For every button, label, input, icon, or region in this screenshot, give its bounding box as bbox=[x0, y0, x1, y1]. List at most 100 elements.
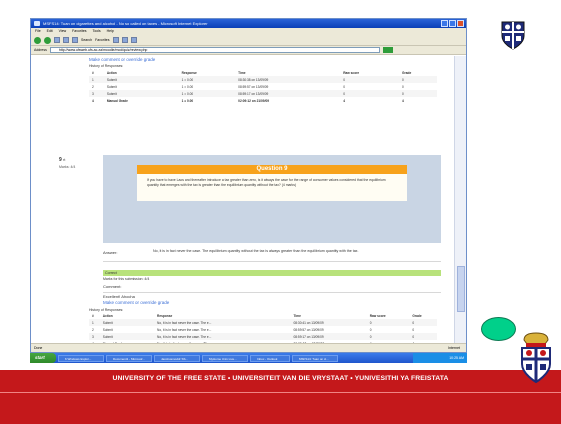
menu-file[interactable]: File bbox=[35, 29, 41, 33]
taskbar-item[interactable]: Jacobusmoddr SS... bbox=[154, 354, 200, 362]
search-button[interactable]: Search bbox=[81, 38, 92, 42]
forward-button[interactable] bbox=[44, 36, 51, 44]
history-table-bottom: # Action Response Time Raw score Grade 1 Submit… bbox=[89, 312, 437, 345]
table-cell: 0 bbox=[366, 333, 410, 340]
table-row: 3 Submit 1 = 0.00 08:59:17 on 13/09/09 0 0 bbox=[89, 90, 437, 97]
table-cell: 0 bbox=[369, 327, 372, 332]
table-cell: 08:59:57 on 13/09/09 bbox=[238, 84, 269, 89]
table-cell: 0 bbox=[399, 90, 437, 97]
slide: MSFS14: Tuan on cigarettes and alcohol -… bbox=[0, 0, 561, 424]
table-cell: Submit bbox=[106, 84, 117, 89]
table-cell: Submit bbox=[99, 319, 155, 326]
table-header-row: # Action Response Time Raw score Grade bbox=[89, 69, 437, 76]
menu-favorites[interactable]: Favorites bbox=[72, 29, 86, 33]
make-comment-link-bottom[interactable]: Make comment or override grade bbox=[103, 300, 169, 305]
history-table-top: # Action Response Time Raw score Grade 1 Submit… bbox=[89, 69, 437, 104]
taskbar-item[interactable]: 6 Windows Explor... bbox=[58, 354, 104, 362]
favorites-button[interactable]: Favorites bbox=[95, 38, 109, 42]
browser-titlebar: MSFS14: Tuan on cigarettes and alcohol -… bbox=[31, 19, 466, 28]
table-cell: 4 bbox=[402, 98, 404, 103]
divider bbox=[103, 261, 441, 262]
stop-button[interactable] bbox=[54, 37, 60, 43]
make-comment-link[interactable]: Make comment or override grade bbox=[89, 57, 155, 62]
table-cell: 0 bbox=[340, 76, 400, 83]
windows-taskbar: start 6 Windows Explor... Document1 - Mi… bbox=[30, 353, 467, 363]
table-cell: 0 bbox=[409, 319, 437, 326]
print-button[interactable] bbox=[130, 37, 137, 43]
address-bar: Address bbox=[31, 46, 466, 55]
start-button[interactable]: start bbox=[30, 353, 56, 363]
refresh-button[interactable] bbox=[63, 37, 69, 43]
table-cell: Submit bbox=[99, 333, 155, 340]
taskbar-item[interactable]: Inbox - Outlook bbox=[250, 354, 290, 362]
divider bbox=[103, 292, 441, 293]
answer-text: No, it is in fact never the case. The eq… bbox=[153, 249, 359, 253]
question-text: If you have to have Laos and thereafter … bbox=[137, 174, 407, 201]
menu-help[interactable]: Help bbox=[107, 29, 114, 33]
table-cell: 1 bbox=[89, 319, 100, 326]
table-cell: Submit bbox=[103, 76, 179, 83]
table-cell: 0 bbox=[366, 319, 410, 326]
table-header-cell: Response bbox=[157, 313, 173, 318]
status-text: Done bbox=[34, 346, 43, 350]
table-header-cell: Grade bbox=[412, 313, 422, 318]
menu-view[interactable]: View bbox=[59, 29, 67, 33]
maximize-button[interactable] bbox=[449, 20, 456, 27]
question-title: Question 9 bbox=[137, 165, 407, 174]
table-row: 4 Manual Grade 1 = 0.00 02:09:12 on 21/09/0… bbox=[89, 97, 437, 104]
history-label: History of Responses: bbox=[89, 64, 124, 68]
table-cell: 3 bbox=[89, 90, 104, 97]
page-content: Make comment or override grade History o… bbox=[31, 56, 455, 345]
minimize-button[interactable] bbox=[441, 20, 448, 27]
status-bar: Done Internet bbox=[31, 343, 466, 352]
university-crest-icon bbox=[521, 332, 551, 384]
close-button[interactable] bbox=[457, 20, 464, 27]
answer-label: Answer: bbox=[103, 250, 118, 255]
browser-window: MSFS14: Tuan on cigarettes and alcohol -… bbox=[30, 18, 467, 353]
table-cell: 1 bbox=[89, 76, 104, 83]
taskbar-item-active[interactable]: MSFS14: Tuan on ci... bbox=[292, 354, 338, 362]
taskbar-item[interactable]: MyHome Univ Live... bbox=[202, 354, 248, 362]
table-cell: Submit bbox=[102, 327, 113, 332]
question-box: Question 9 If you have to have Laos and … bbox=[103, 155, 441, 243]
green-oval-shape bbox=[481, 317, 516, 341]
table-cell: 0 bbox=[412, 327, 415, 332]
menu-tools[interactable]: Tools bbox=[92, 29, 100, 33]
vertical-scrollbar[interactable] bbox=[454, 56, 466, 345]
scrollbar-thumb[interactable] bbox=[457, 266, 465, 312]
internet-explorer-icon bbox=[34, 21, 40, 26]
security-zone: Internet bbox=[448, 346, 460, 350]
footer-text: UNIVERSITY OF THE FREE STATE • UNIVERSIT… bbox=[112, 375, 449, 382]
table-cell: 0 bbox=[399, 76, 437, 83]
go-button[interactable] bbox=[382, 47, 393, 53]
home-button[interactable] bbox=[72, 37, 78, 43]
table-cell: 0 bbox=[340, 90, 400, 97]
table-cell: 4 bbox=[343, 98, 345, 103]
menu-edit[interactable]: Edit bbox=[47, 29, 53, 33]
comment-label: Comment: bbox=[103, 284, 122, 289]
address-input[interactable] bbox=[49, 47, 380, 53]
table-cell: 1 = 0.00 bbox=[181, 84, 194, 89]
table-header-cell: Raw score bbox=[343, 70, 360, 75]
table-header-row: # Action Response Time Raw score Grade bbox=[89, 312, 437, 319]
table-cell: 2 bbox=[92, 327, 94, 332]
mail-button[interactable] bbox=[121, 37, 128, 43]
table-cell: 1 = 0.00 bbox=[181, 98, 194, 103]
back-button[interactable] bbox=[34, 36, 41, 44]
university-crest-icon bbox=[501, 21, 525, 50]
table-cell: 0 bbox=[402, 84, 404, 89]
table-cell: No, it is in fact never the case. The e.… bbox=[157, 327, 212, 332]
history-button[interactable] bbox=[112, 37, 119, 43]
table-cell: 3 bbox=[89, 333, 100, 340]
table-cell: 08:30:41 on 13/09/09 bbox=[290, 319, 367, 326]
table-cell: 1 = 0.00 bbox=[178, 76, 236, 83]
table-cell: No, it is in fact never the case. The e.… bbox=[154, 333, 291, 340]
table-row: 3 Submit No, it is in fact never the case.… bbox=[89, 333, 437, 340]
taskbar-item[interactable]: Document1 - Microsof... bbox=[106, 354, 152, 362]
address-label: Address bbox=[34, 48, 47, 52]
table-row: 2 Submit 1 = 0.00 08:59:57 on 13/09/09 0 0 bbox=[89, 83, 437, 90]
table-cell: Submit bbox=[103, 90, 179, 97]
table-header-cell: Time bbox=[293, 313, 301, 318]
table-cell: 0 bbox=[343, 84, 345, 89]
system-tray-clock[interactable]: 10:25 AM bbox=[413, 353, 467, 363]
